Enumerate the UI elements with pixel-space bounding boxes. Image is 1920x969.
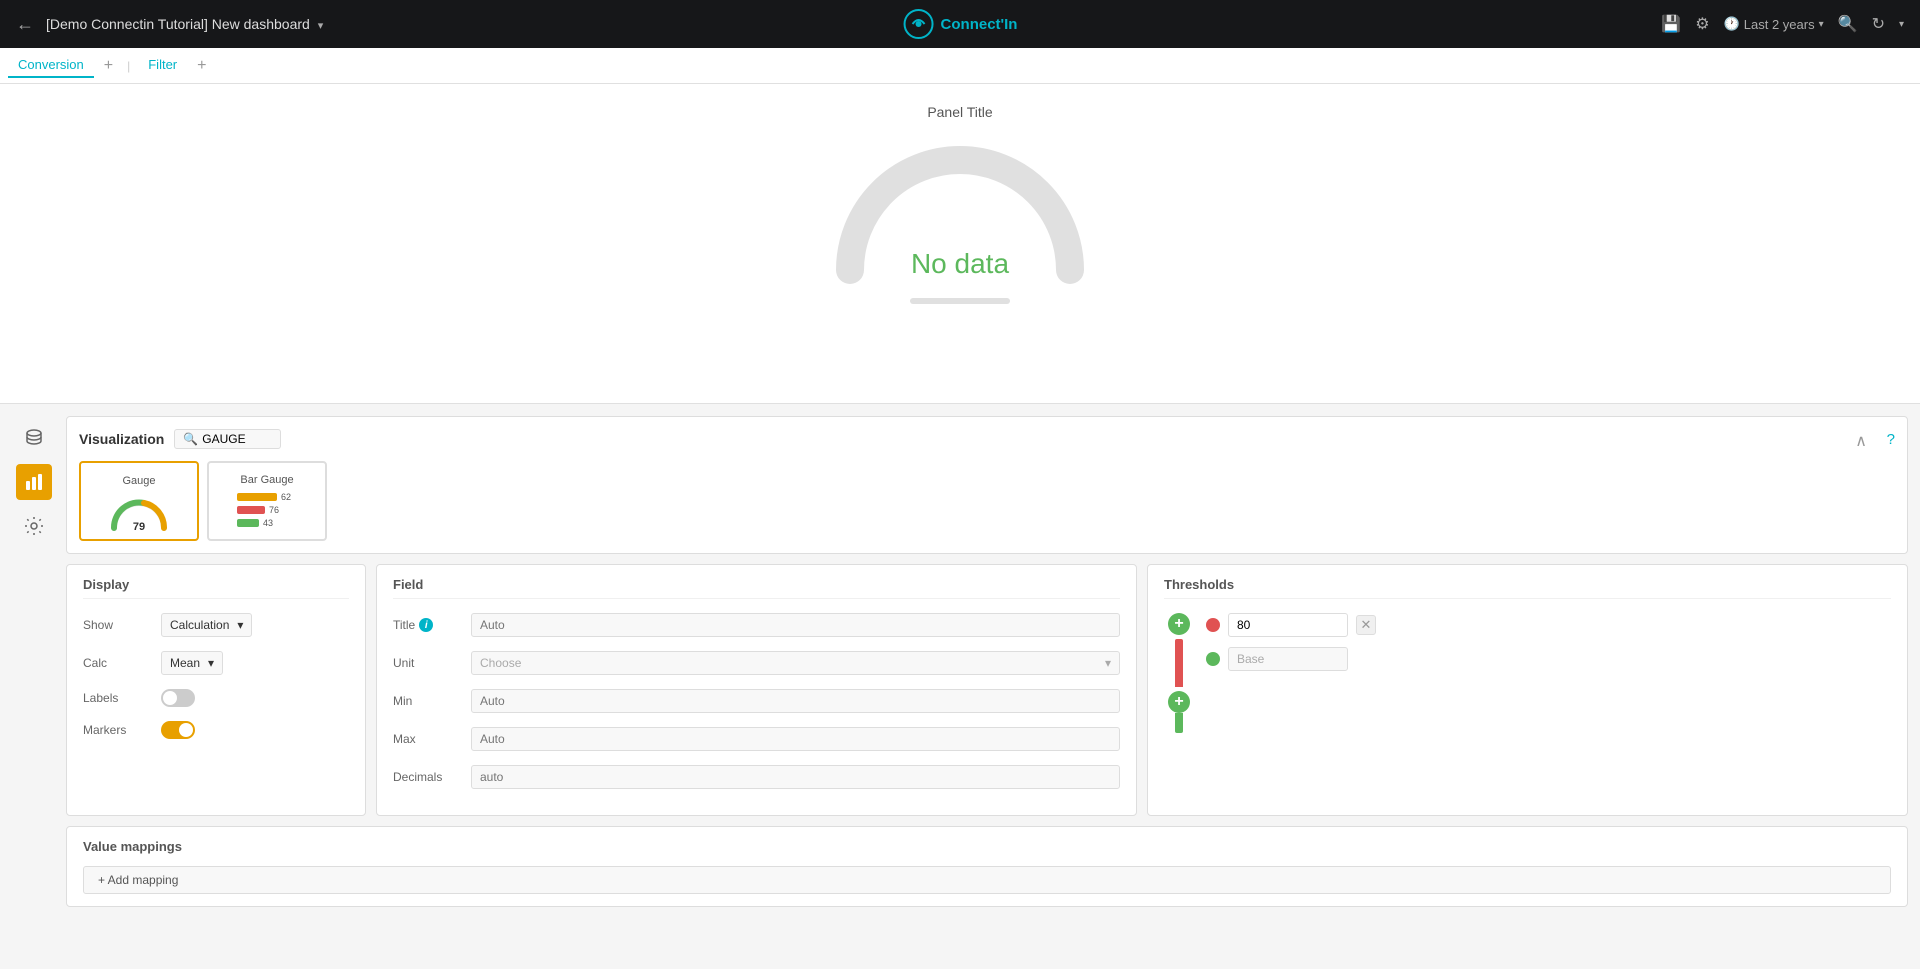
viz-card-bar-gauge[interactable]: Bar Gauge 62 76 43 (207, 461, 327, 541)
field-row-decimals: Decimals (393, 765, 1120, 789)
threshold-remove-button[interactable]: ✕ (1356, 615, 1376, 635)
field-row-min: Min (393, 689, 1120, 713)
add-threshold-top-button[interactable]: + (1168, 613, 1190, 635)
unit-field-label: Unit (393, 656, 463, 670)
back-button[interactable]: ← (16, 14, 34, 35)
threshold-entry-base (1206, 647, 1376, 671)
thresholds-panel: Thresholds + + (1147, 564, 1908, 816)
tabbar: Conversion + | Filter + (0, 48, 1920, 84)
threshold-bar-red (1175, 639, 1183, 687)
tab-conversion[interactable]: Conversion (8, 53, 94, 78)
max-input[interactable] (471, 727, 1120, 751)
threshold-value-80[interactable] (1228, 613, 1348, 637)
calc-select[interactable]: Mean ▾ (161, 651, 223, 675)
tab-separator: | (127, 59, 130, 73)
clock-icon: 🕐 (1724, 16, 1740, 32)
svg-text:79: 79 (133, 521, 145, 531)
display-panel: Display Show Calculation ▾ Calc Mean ▾ (66, 564, 366, 816)
threshold-dot-red (1206, 618, 1220, 632)
search-viz-icon: 🔍 (183, 432, 198, 446)
field-row-unit: Unit Choose ▾ (393, 651, 1120, 675)
sidebar-visualization-icon[interactable] (16, 464, 52, 500)
add-mapping-button[interactable]: + Add mapping (83, 866, 1891, 894)
viz-collapse-button[interactable]: ∧ (1855, 431, 1867, 451)
title-input[interactable] (471, 613, 1120, 637)
show-label: Show (83, 618, 153, 632)
add-filter-button[interactable]: + (191, 55, 212, 77)
bar-gauge-mini-icon: 62 76 43 (237, 492, 297, 528)
gauge-mini-icon: 79 (109, 493, 169, 528)
thresholds-entries: ✕ (1206, 613, 1376, 671)
editor-sidebar (12, 416, 56, 907)
viz-help-button[interactable]: ? (1887, 431, 1895, 448)
thresholds-bar: + + (1164, 613, 1194, 733)
panels-row: Display Show Calculation ▾ Calc Mean ▾ (66, 564, 1908, 816)
value-mappings-title: Value mappings (83, 839, 1891, 854)
refresh-dropdown-arrow[interactable]: ▾ (1899, 19, 1904, 30)
thresholds-panel-title: Thresholds (1164, 577, 1891, 599)
decimals-field-label: Decimals (393, 770, 463, 784)
threshold-bar-green (1175, 713, 1183, 733)
threshold-dot-green (1206, 652, 1220, 666)
decimals-input[interactable] (471, 765, 1120, 789)
bar-gauge-card-label: Bar Gauge (240, 474, 293, 486)
title-info-icon[interactable]: i (419, 618, 433, 632)
field-panel: Field Title i Unit Choose ▾ M (376, 564, 1137, 816)
labels-toggle[interactable] (161, 689, 195, 707)
threshold-entry-80: ✕ (1206, 613, 1376, 637)
min-input[interactable] (471, 689, 1120, 713)
time-range-picker[interactable]: 🕐 Last 2 years ▾ (1724, 16, 1824, 32)
markers-label: Markers (83, 723, 153, 737)
viz-selector-title: Visualization (79, 431, 164, 447)
field-panel-title: Field (393, 577, 1120, 599)
app-logo: Connect'In (903, 8, 1018, 40)
display-panel-title: Display (83, 577, 349, 599)
viz-selector-header: Visualization 🔍 (79, 429, 1895, 449)
unit-select[interactable]: Choose ▾ (471, 651, 1120, 675)
viz-search-box[interactable]: 🔍 (174, 429, 281, 449)
tab-filter[interactable]: Filter (138, 53, 187, 78)
max-field-label: Max (393, 732, 463, 746)
visualization-selector: Visualization 🔍 ∧ ? Gauge (66, 416, 1908, 554)
editor-area: Visualization 🔍 ∧ ? Gauge (0, 404, 1920, 919)
panel-area: Panel Title No data (0, 84, 1920, 404)
viz-cards: Gauge 79 Bar Gauge (79, 461, 1895, 541)
panel-resize-handle[interactable] (910, 298, 1010, 304)
min-field-label: Min (393, 694, 463, 708)
display-row-markers: Markers (83, 721, 349, 739)
display-row-labels: Labels (83, 689, 349, 707)
calc-label: Calc (83, 656, 153, 670)
markers-toggle[interactable] (161, 721, 195, 739)
title-field-label: Title i (393, 618, 463, 632)
add-threshold-bottom-button[interactable]: + (1168, 691, 1190, 713)
settings-icon[interactable]: ⚙ (1695, 14, 1709, 34)
save-icon[interactable]: 💾 (1661, 14, 1681, 34)
threshold-base-input[interactable] (1228, 647, 1348, 671)
value-mappings-section: Value mappings + Add mapping (66, 826, 1908, 907)
viz-search-input[interactable] (202, 432, 272, 446)
field-row-max: Max (393, 727, 1120, 751)
panel-title: Panel Title (927, 104, 992, 120)
sidebar-settings-icon[interactable] (16, 508, 52, 544)
show-select[interactable]: Calculation ▾ (161, 613, 252, 637)
sidebar-data-icon[interactable] (16, 420, 52, 456)
gauge-visualization: No data (830, 130, 1090, 290)
thresholds-section: + + ✕ (1164, 613, 1891, 733)
editor-main: Visualization 🔍 ∧ ? Gauge (66, 416, 1908, 907)
dashboard-title: [Demo Connectin Tutorial] New dashboard … (46, 16, 1661, 32)
topbar: ← [Demo Connectin Tutorial] New dashboar… (0, 0, 1920, 48)
gauge-card-label: Gauge (122, 475, 155, 487)
viz-card-gauge[interactable]: Gauge 79 (79, 461, 199, 541)
display-row-calc: Calc Mean ▾ (83, 651, 349, 675)
refresh-icon[interactable]: ↻ (1872, 14, 1885, 34)
display-row-show: Show Calculation ▾ (83, 613, 349, 637)
labels-label: Labels (83, 691, 153, 705)
add-tab-button[interactable]: + (98, 55, 119, 77)
no-data-label: No data (911, 248, 1009, 280)
search-icon[interactable]: 🔍 (1838, 14, 1858, 34)
topbar-actions: 💾 ⚙ 🕐 Last 2 years ▾ 🔍 ↻ ▾ (1661, 14, 1904, 34)
field-row-title: Title i (393, 613, 1120, 637)
